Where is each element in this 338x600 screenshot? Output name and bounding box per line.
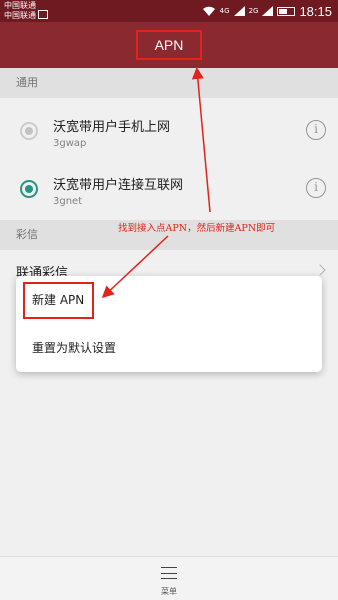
annotation-arrows (101, 67, 211, 299)
arrow-to-title (191, 67, 211, 213)
bottom-bar: 菜单 (0, 556, 338, 600)
menu-icon[interactable] (161, 567, 177, 579)
arrow-to-new-apn (101, 235, 169, 299)
menu-label[interactable]: 菜单 (0, 586, 338, 597)
